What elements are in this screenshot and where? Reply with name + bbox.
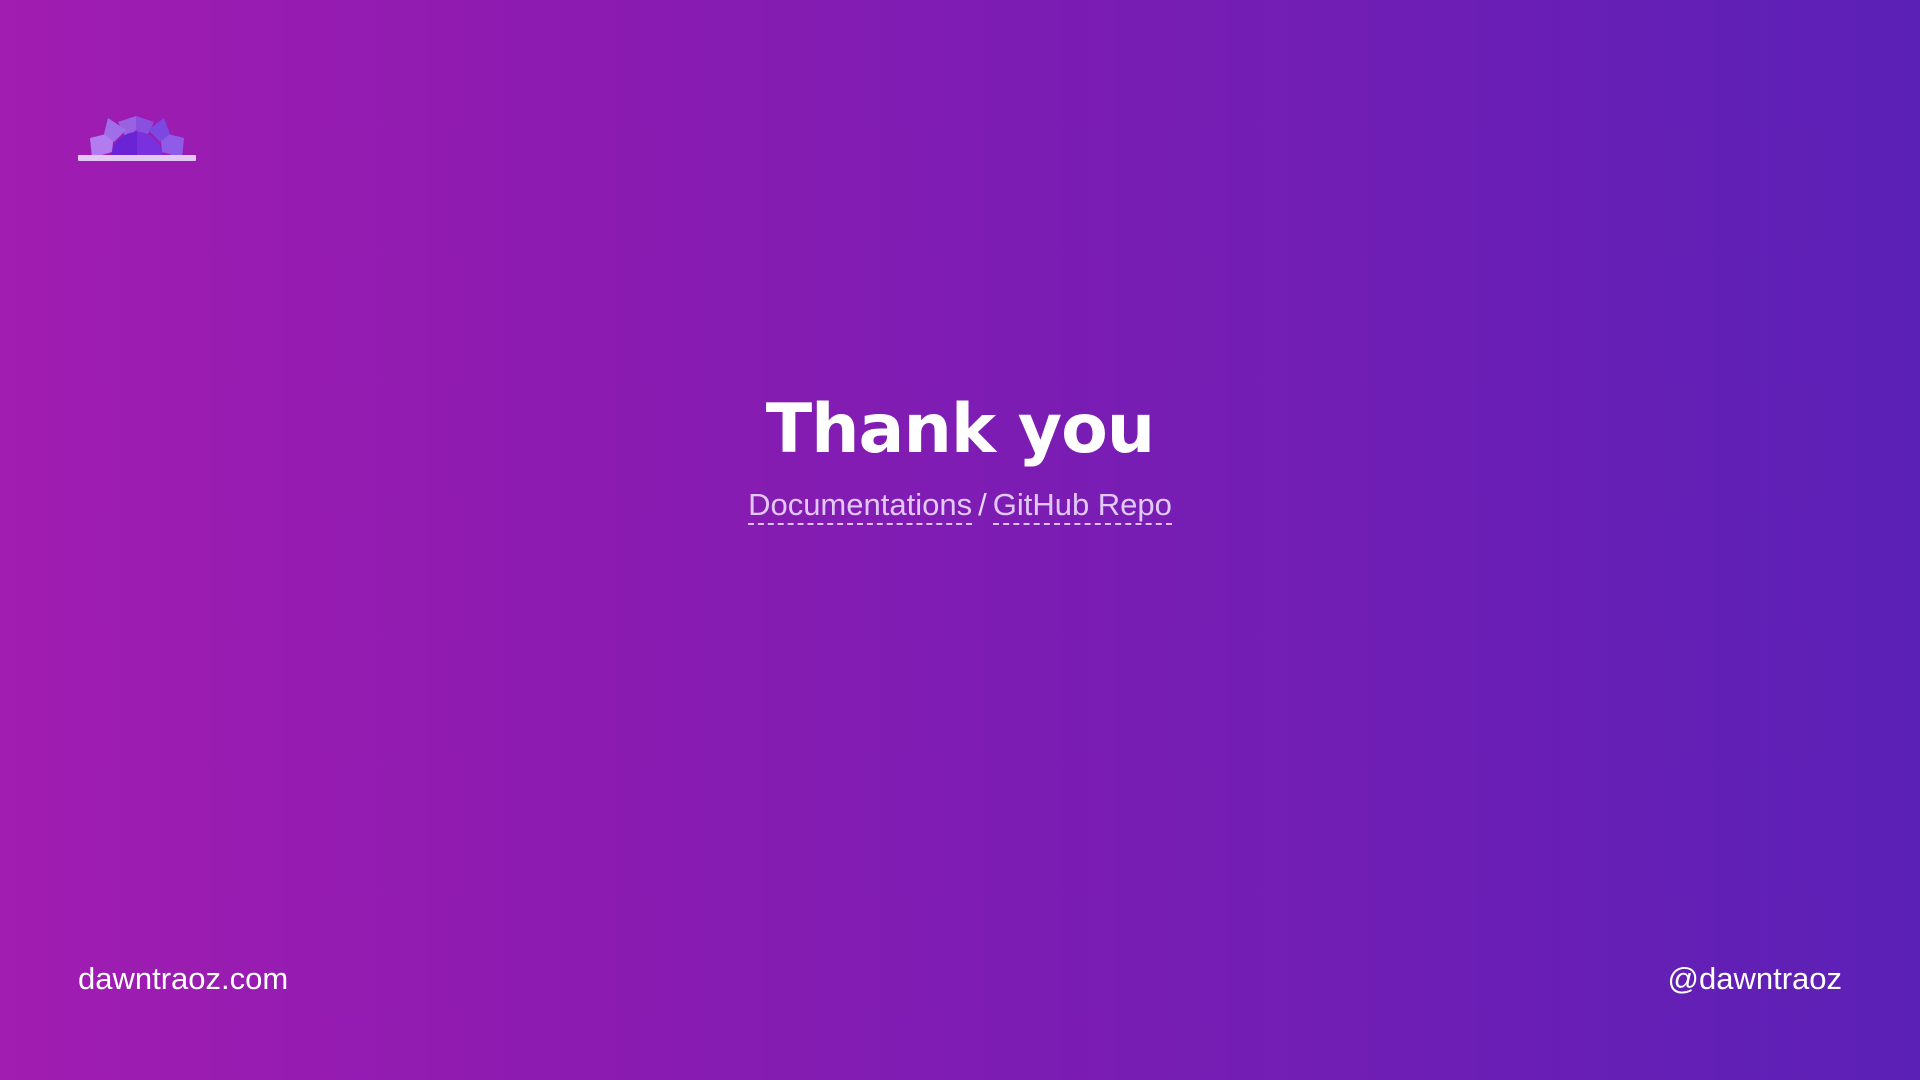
presentation-slide: Thank you Documentations / GitHub Repo daw…: [0, 0, 1920, 1080]
link-separator: /: [978, 487, 987, 522]
sunrise-logo-icon: [78, 116, 196, 161]
documentation-link[interactable]: Documentations: [748, 487, 973, 525]
github-repo-link[interactable]: GitHub Repo: [992, 487, 1172, 525]
footer-website: dawntraoz.com: [78, 961, 289, 996]
page-title: Thank you: [765, 390, 1155, 469]
resource-links: Documentations / GitHub Repo: [0, 484, 1920, 526]
footer-handle: @dawntraoz: [1667, 961, 1843, 996]
